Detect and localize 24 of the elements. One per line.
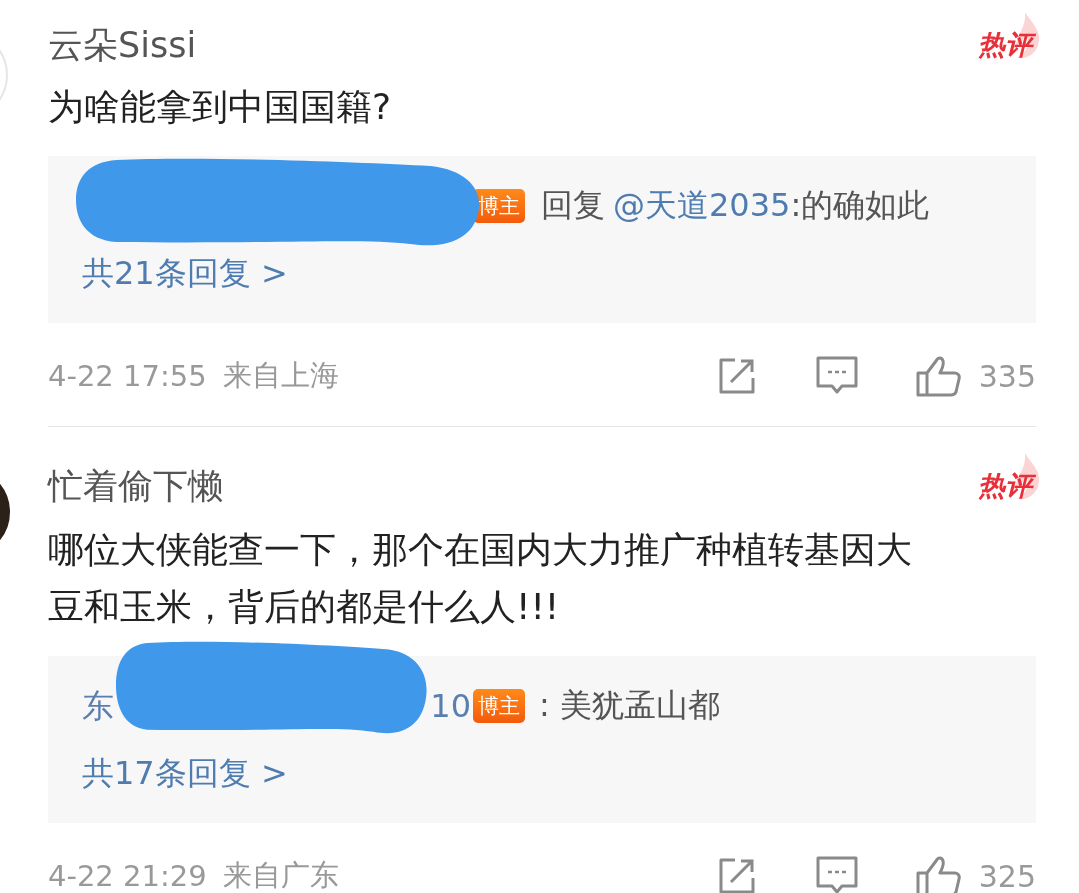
username[interactable]: 云朵Sissi: [48, 20, 197, 70]
username[interactable]: 忙着偷下懒: [48, 461, 223, 511]
reply-author-name[interactable]: 东: [82, 678, 114, 734]
reply-text: : 美犹孟山都: [539, 685, 720, 726]
comment-time: 4-22 17:55: [48, 359, 207, 393]
thumbs-up-icon[interactable]: [914, 355, 961, 397]
comment-location: 来自广东: [222, 857, 339, 893]
like-count: 325: [978, 858, 1036, 893]
reply-text: :的确如此: [790, 185, 930, 226]
reply-author-name[interactable]: 10: [430, 678, 471, 734]
comment-time: 4-22 21:29: [48, 859, 207, 893]
author-badge: 博主: [473, 689, 525, 723]
comment-icon[interactable]: [814, 855, 859, 893]
mention-link[interactable]: @天道2035: [613, 184, 791, 228]
comment-text: 为啥能拿到中国国籍?: [48, 85, 393, 129]
hot-comment-badge: 热评: [976, 453, 1042, 507]
view-replies-link[interactable]: 共21条回复 >: [82, 245, 1002, 301]
comment-location: 来自上海: [222, 357, 339, 394]
reply-text: 回复: [541, 185, 605, 226]
like-count: 335: [978, 358, 1036, 394]
view-replies-link[interactable]: 共17条回复 >: [82, 745, 1002, 801]
comment-text: 哪位大侠能查一下，那个在国内大力推广种植转基因大豆和玉米，背后的都是什么人!!!: [48, 528, 913, 629]
hot-comment-badge: 热评: [976, 12, 1042, 66]
thumbs-up-icon[interactable]: [914, 855, 961, 893]
